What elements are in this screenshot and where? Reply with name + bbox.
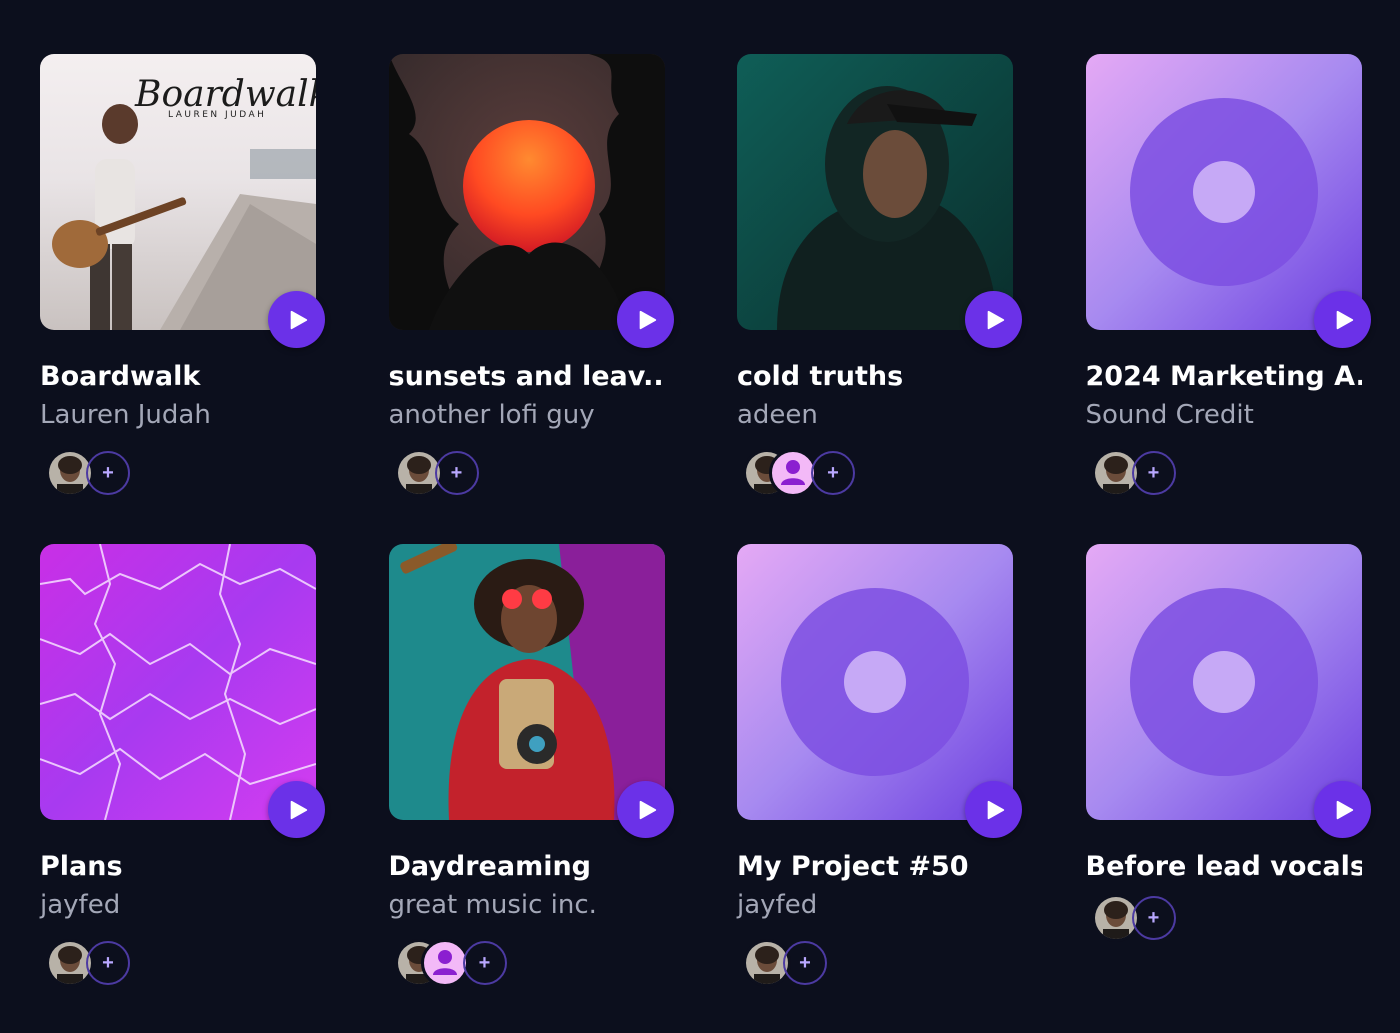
play-icon <box>1336 800 1353 819</box>
avatar-photo <box>49 452 91 494</box>
album-cover-daydreaming <box>388 544 665 820</box>
cover-art[interactable]: Boardwalk LAUREN JUDAH <box>40 54 316 330</box>
add-collaborator-button[interactable]: + <box>86 941 130 985</box>
project-artist[interactable]: great music inc. <box>389 890 665 920</box>
album-cover-boardwalk: Boardwalk LAUREN JUDAH <box>40 54 316 330</box>
cover-art[interactable] <box>40 544 316 820</box>
play-button[interactable] <box>616 291 674 348</box>
play-button[interactable] <box>616 781 674 838</box>
project-title[interactable]: Plans <box>40 851 316 882</box>
svg-text:LAUREN JUDAH: LAUREN JUDAH <box>168 110 266 120</box>
project-artist[interactable]: Lauren Judah <box>40 400 316 430</box>
project-artist[interactable]: adeen <box>737 400 1013 430</box>
project-title[interactable]: cold truths <box>737 361 1013 392</box>
add-collaborator-button[interactable]: + <box>462 941 507 985</box>
collaborators: + <box>1091 449 1232 497</box>
project-card[interactable]: Plans jayfed + <box>40 544 325 987</box>
play-icon <box>290 800 308 819</box>
project-artist[interactable]: Sound Credit <box>1086 400 1362 430</box>
project-card[interactable]: cold truths adeen + <box>737 54 1022 497</box>
project-card[interactable]: Daydreaming great music inc. + <box>388 544 674 987</box>
cover-art[interactable] <box>1085 54 1362 330</box>
play-button[interactable] <box>268 291 325 348</box>
avatar-photo <box>49 942 91 984</box>
avatar-photo <box>1094 452 1137 494</box>
project-card[interactable]: sunsets and leav... another lofi guy + <box>388 54 674 497</box>
cover-art[interactable] <box>1085 544 1362 820</box>
project-card[interactable]: Boardwalk LAUREN JUDAH Boardwalk Lauren … <box>40 54 325 497</box>
collaborator-avatar[interactable] <box>420 939 469 987</box>
project-title[interactable]: 2024 Marketing A... <box>1086 361 1362 392</box>
user-icon <box>432 950 457 975</box>
projects-grid: Boardwalk LAUREN JUDAH Boardwalk Lauren … <box>40 54 1371 987</box>
user-icon <box>781 460 805 485</box>
play-icon <box>290 310 308 329</box>
plus-icon: + <box>102 951 114 974</box>
collaborators: + <box>46 939 186 987</box>
avatar-photo <box>746 942 788 984</box>
add-collaborator-button[interactable]: + <box>434 451 479 495</box>
collaborators: + <box>743 939 883 987</box>
cover-art[interactable] <box>737 54 1013 330</box>
default-record-cover <box>1085 544 1362 820</box>
collaborators: + <box>46 449 186 497</box>
play-button[interactable] <box>1313 781 1371 838</box>
play-button[interactable] <box>1313 291 1371 348</box>
collaborators: + <box>1091 894 1232 942</box>
play-icon <box>987 800 1005 819</box>
add-collaborator-button[interactable]: + <box>783 941 827 985</box>
album-cover-sunset <box>388 54 665 330</box>
project-title[interactable]: Daydreaming <box>389 851 665 882</box>
play-icon <box>1336 310 1353 329</box>
add-collaborator-button[interactable]: + <box>86 451 130 495</box>
project-artist[interactable]: jayfed <box>737 890 1013 920</box>
collaborators: + <box>743 449 883 497</box>
plus-icon: + <box>450 461 463 484</box>
play-button[interactable] <box>965 291 1022 348</box>
cover-art[interactable] <box>737 544 1013 820</box>
project-card[interactable]: Before lead vocals + <box>1085 544 1371 942</box>
album-cover-lightning <box>40 544 316 820</box>
plus-icon: + <box>102 461 114 484</box>
project-title[interactable]: Boardwalk <box>40 361 316 392</box>
default-record-cover <box>1085 54 1362 330</box>
avatar-photo <box>397 452 440 494</box>
project-artist[interactable]: jayfed <box>40 890 316 920</box>
album-cover-hooded-man <box>737 54 1013 330</box>
project-card[interactable]: My Project #50 jayfed + <box>737 544 1022 987</box>
collaborator-avatar[interactable] <box>769 449 817 497</box>
project-artist[interactable]: another lofi guy <box>389 400 665 430</box>
add-collaborator-button[interactable]: + <box>1131 451 1176 495</box>
add-collaborator-button[interactable]: + <box>811 451 855 495</box>
play-icon <box>639 800 656 819</box>
project-title[interactable]: My Project #50 <box>737 851 1013 882</box>
project-title[interactable]: Before lead vocals <box>1086 851 1362 882</box>
plus-icon: + <box>827 461 839 484</box>
play-icon <box>987 310 1005 329</box>
play-icon <box>639 310 656 329</box>
add-collaborator-button[interactable]: + <box>1131 896 1176 940</box>
avatar-photo <box>1094 897 1137 939</box>
default-record-cover <box>737 544 1013 820</box>
plus-icon: + <box>799 951 811 974</box>
play-button[interactable] <box>965 781 1022 838</box>
plus-icon: + <box>1147 461 1160 484</box>
cover-art[interactable] <box>388 54 665 330</box>
collaborators: + <box>394 449 535 497</box>
collaborators: + <box>394 939 535 987</box>
svg-text:Boardwalk: Boardwalk <box>134 74 316 115</box>
cover-art[interactable] <box>388 544 665 820</box>
project-title[interactable]: sunsets and leav... <box>389 361 665 392</box>
plus-icon: + <box>478 951 491 974</box>
plus-icon: + <box>1147 906 1160 929</box>
project-card[interactable]: 2024 Marketing A... Sound Credit + <box>1085 54 1371 497</box>
play-button[interactable] <box>268 781 325 838</box>
